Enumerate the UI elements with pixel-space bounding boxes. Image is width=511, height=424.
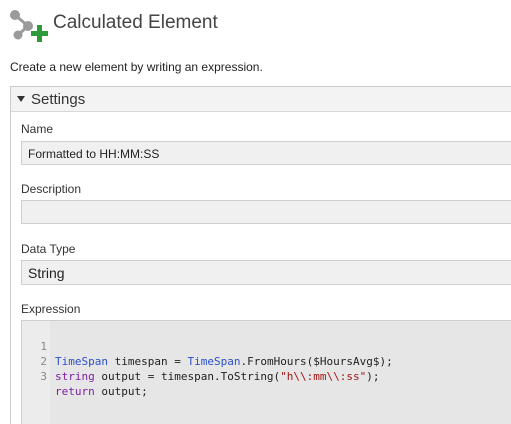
- code-line[interactable]: 2 string output = timespan.ToString("h\\…: [22, 339, 511, 383]
- data-type-select[interactable]: String: [21, 260, 511, 285]
- code-line[interactable]: 3 return output;: [22, 354, 511, 398]
- settings-panel-title: Settings: [31, 91, 86, 108]
- settings-panel-header[interactable]: Settings: [11, 87, 511, 112]
- name-label: Name: [21, 122, 54, 136]
- caret-down-icon[interactable]: [17, 96, 25, 102]
- description-label: Description: [21, 182, 82, 196]
- line-number: 3: [40, 370, 47, 383]
- calculated-element-icon: [10, 10, 48, 42]
- code-line[interactable]: 1 TimeSpan timespan = TimeSpan.FromHours…: [22, 324, 511, 368]
- expression-label: Expression: [21, 302, 81, 316]
- dialog-header: Calculated Element: [0, 0, 511, 48]
- description-field[interactable]: [21, 200, 511, 224]
- dialog-title: Calculated Element: [53, 12, 218, 33]
- code-text[interactable]: return output;: [55, 384, 148, 399]
- code-text[interactable]: string output = timespan.ToString("h\\:m…: [55, 369, 380, 384]
- expression-editor[interactable]: 1 TimeSpan timespan = TimeSpan.FromHours…: [21, 320, 511, 424]
- intro-text: Create a new element by writing an expre…: [10, 60, 263, 74]
- data-type-label: Data Type: [21, 242, 76, 256]
- name-field[interactable]: Formatted to HH:MM:SS: [21, 141, 511, 165]
